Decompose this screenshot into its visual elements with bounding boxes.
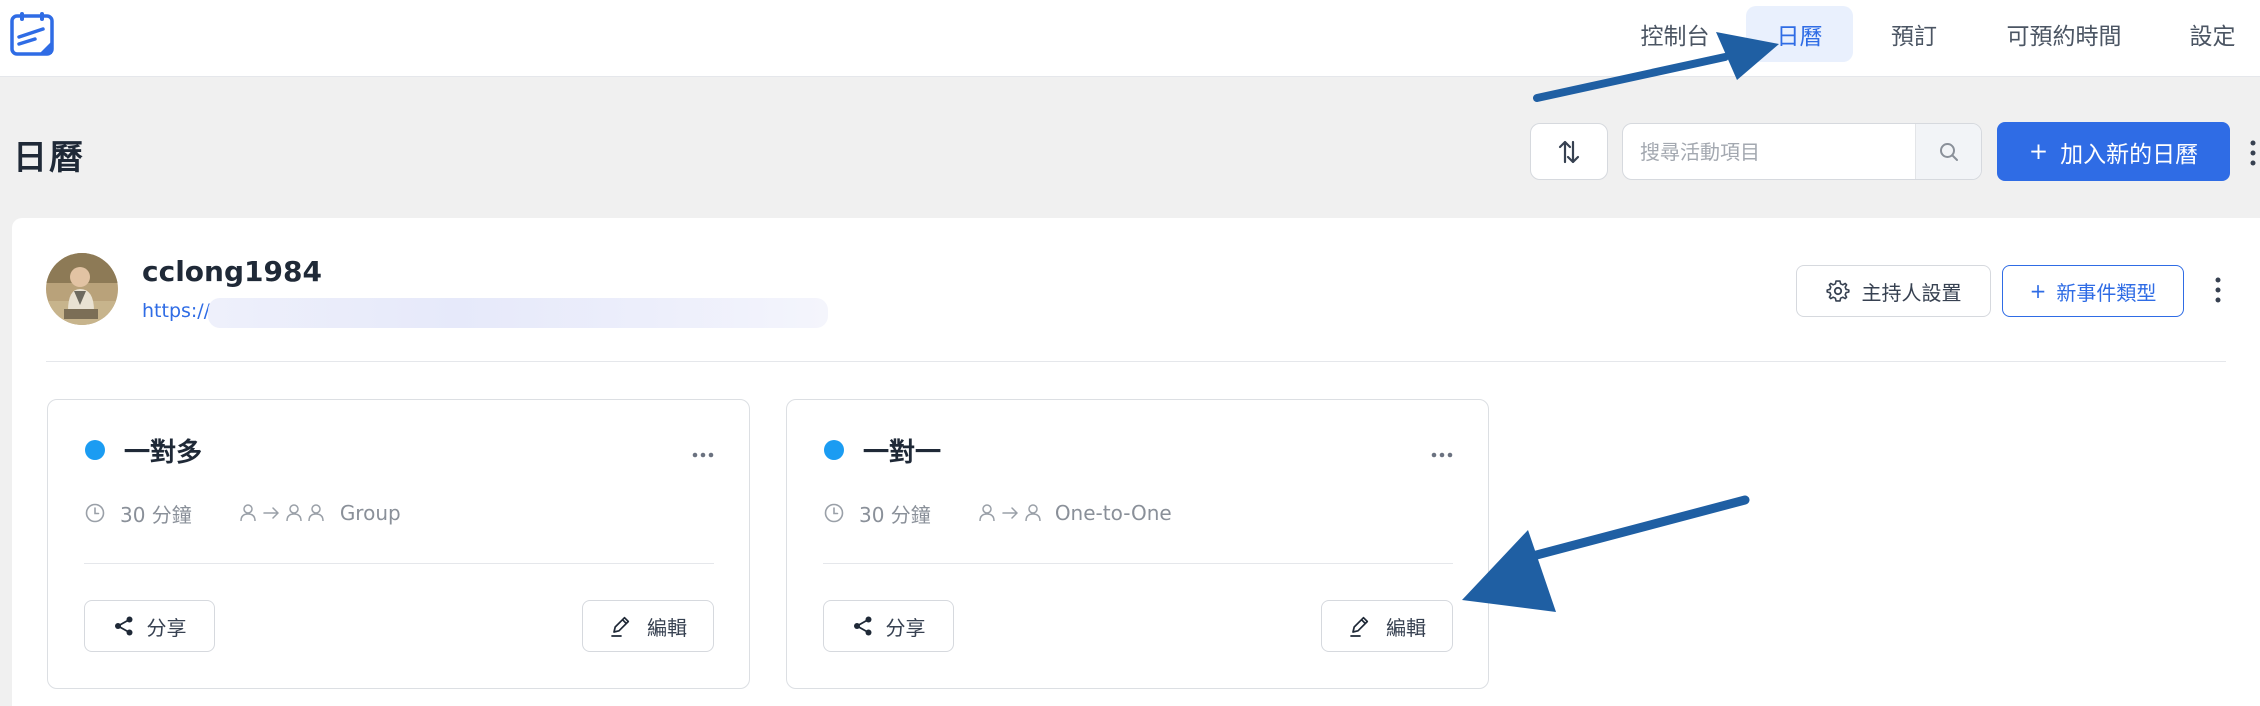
event-title: 一對一 — [863, 438, 942, 468]
share-label: 分享 — [885, 615, 926, 640]
event-color-dot — [824, 440, 844, 460]
nav-bookings[interactable]: 預訂 — [1868, 6, 1960, 62]
event-type-label: One-to-One — [1054, 501, 1172, 525]
search-input[interactable] — [1623, 124, 1915, 179]
event-duration: 30 分鐘 — [859, 502, 931, 527]
panel-kebab-icon[interactable] — [2212, 275, 2224, 305]
host-settings-label: 主持人設置 — [1861, 280, 1962, 305]
event-duration: 30 分鐘 — [120, 502, 192, 527]
search-box — [1622, 123, 1982, 180]
one-to-one-icon — [979, 504, 1041, 522]
one-to-many-icon — [240, 504, 324, 522]
page-kebab-icon[interactable] — [2248, 138, 2258, 168]
top-navigation-bar: 控制台 日曆 預訂 可預約時間 設定 — [0, 0, 2260, 77]
nav-calendar[interactable]: 日曆 — [1746, 6, 1853, 62]
blurred-url — [208, 298, 828, 328]
app-logo-icon[interactable] — [9, 10, 57, 58]
clock-icon — [85, 503, 105, 523]
event-meta: 30 分鐘 One-to-One — [823, 500, 1172, 527]
more-options-icon[interactable] — [1430, 444, 1454, 458]
nav-availability[interactable]: 可預約時間 — [1988, 6, 2140, 62]
event-type-label: Group — [339, 501, 401, 525]
card-divider — [84, 563, 714, 564]
page-title: 日曆 — [13, 138, 85, 178]
plus-icon: + — [2029, 279, 2047, 303]
share-icon — [853, 616, 871, 636]
share-button[interactable]: 分享 — [84, 600, 215, 652]
add-calendar-label: 加入新的日曆 — [2060, 141, 2199, 168]
sort-button[interactable] — [1530, 123, 1608, 180]
event-card-one-to-many[interactable]: 一對多 30 分鐘 Group 分享 編輯 — [47, 399, 750, 689]
search-button[interactable] — [1915, 124, 1981, 179]
sort-arrows-icon — [1558, 140, 1580, 163]
add-calendar-button[interactable]: + 加入新的日曆 — [1997, 122, 2230, 181]
event-card-one-to-one[interactable]: 一對一 30 分鐘 One-to-One 分享 編輯 — [786, 399, 1489, 689]
event-title: 一對多 — [124, 438, 203, 468]
edit-button[interactable]: 編輯 — [582, 600, 714, 652]
share-icon — [114, 616, 132, 636]
new-event-type-label: 新事件類型 — [2056, 280, 2157, 305]
edit-button[interactable]: 編輯 — [1321, 600, 1453, 652]
new-event-type-button[interactable]: + 新事件類型 — [2002, 265, 2184, 317]
event-meta: 30 分鐘 Group — [84, 500, 401, 527]
booking-link[interactable]: https:// — [142, 300, 210, 322]
search-icon — [1939, 142, 1958, 161]
edit-label: 編輯 — [1386, 615, 1426, 640]
avatar — [46, 253, 118, 325]
edit-pencil-icon — [611, 616, 630, 637]
plus-icon: + — [2028, 138, 2049, 165]
more-options-icon[interactable] — [691, 444, 715, 458]
username: cclong1984 — [142, 255, 322, 288]
clock-icon — [824, 503, 844, 523]
gear-icon — [1825, 280, 1850, 302]
panel-divider — [46, 361, 2226, 362]
share-button[interactable]: 分享 — [823, 600, 954, 652]
nav-settings[interactable]: 設定 — [2170, 6, 2255, 62]
event-color-dot — [85, 440, 105, 460]
edit-label: 編輯 — [647, 615, 687, 640]
nav-dashboard[interactable]: 控制台 — [1620, 6, 1730, 62]
card-divider — [823, 563, 1453, 564]
edit-pencil-icon — [1350, 616, 1369, 637]
share-label: 分享 — [146, 615, 187, 640]
host-settings-button[interactable]: 主持人設置 — [1796, 265, 1991, 317]
